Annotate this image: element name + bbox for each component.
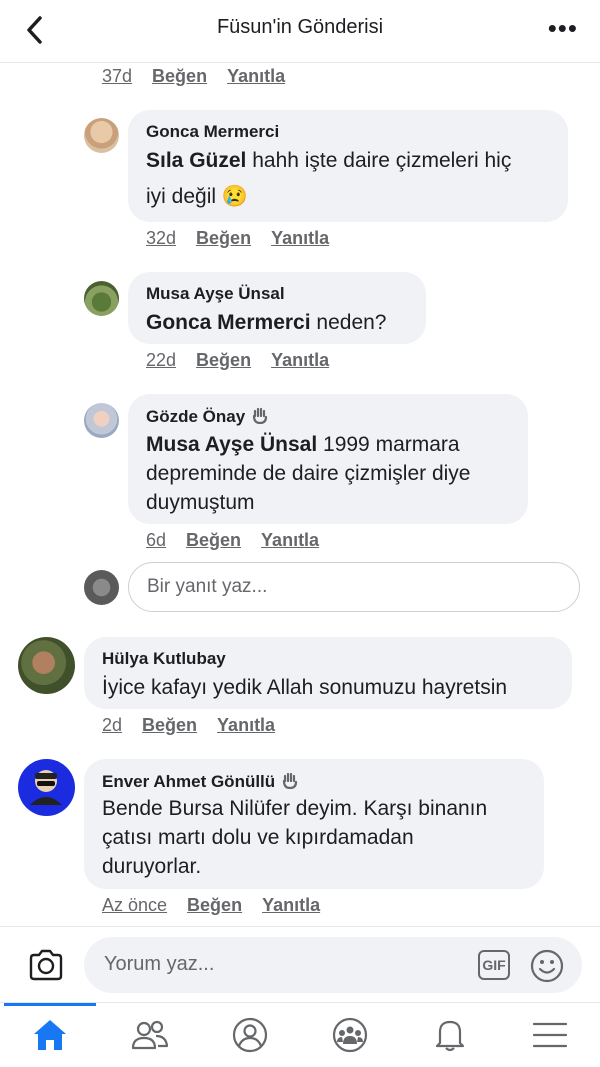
comment-bubble: Gonca Mermerci Sıla Güzel hahh işte dair…	[128, 110, 568, 222]
comment-author[interactable]: Hülya Kutlubay	[102, 649, 226, 669]
profile-icon	[232, 1017, 268, 1053]
comment-bubble: Musa Ayşe Ünsal Gonca Mermerci neden?	[128, 272, 426, 344]
avatar-figure-icon	[30, 770, 62, 805]
bottom-tab-bar	[0, 1002, 600, 1067]
comment-time[interactable]: Az önce	[102, 895, 167, 915]
comment-time[interactable]: 2d	[102, 715, 122, 735]
avatar	[84, 570, 119, 605]
comment-author[interactable]: Musa Ayşe Ünsal	[146, 284, 285, 304]
like-link[interactable]: Beğen	[186, 530, 241, 550]
avatar[interactable]	[18, 637, 75, 694]
comment-bubble: Gözde Önay Musa Ayşe Ünsal 1999 marmara …	[128, 394, 528, 524]
comment-text-line3: duruyorlar.	[102, 855, 202, 878]
comment-text-line2: çatısı martı dolu ve kıpırdamadan	[102, 826, 414, 849]
mention-link[interactable]: Gonca Mermerci	[146, 311, 311, 334]
comment-text: Sıla Güzel hahh işte daire çizmeleri hiç	[146, 149, 512, 172]
comment-time[interactable]: 6d	[146, 530, 166, 550]
mention-link[interactable]: Sıla Güzel	[146, 149, 246, 172]
comment-author-row: Gözde Önay	[146, 406, 269, 427]
menu-icon	[532, 1022, 568, 1048]
reply-link[interactable]: Yanıtla	[271, 228, 329, 248]
waving-hand-icon	[253, 407, 268, 424]
tab-groups[interactable]	[300, 1003, 400, 1067]
comment-placeholder: Yorum yaz...	[104, 953, 215, 975]
avatar[interactable]	[84, 118, 119, 153]
crying-emoji: 😢	[221, 185, 249, 208]
comment-time[interactable]: 37d	[102, 66, 132, 86]
home-icon	[34, 1020, 66, 1050]
comment-text-line2: iyi değil 😢	[146, 185, 249, 208]
comment-author[interactable]: Gözde Önay	[146, 407, 245, 426]
comment-meta: 6d Beğen Yanıtla	[146, 530, 339, 551]
comment-composer: Yorum yaz... GIF	[0, 926, 600, 1003]
avatar[interactable]	[18, 759, 75, 816]
page-title: Füsun'in Gönderisi	[216, 16, 384, 38]
reply-placeholder: Bir yanıt yaz...	[147, 576, 268, 597]
like-link[interactable]: Beğen	[196, 350, 251, 370]
emoji-icon[interactable]	[530, 949, 564, 983]
waving-hand-icon	[283, 772, 298, 789]
groups-icon	[332, 1017, 368, 1053]
top-bar: Füsun'in Gönderisi •••	[0, 0, 600, 63]
tab-home[interactable]	[0, 1003, 100, 1067]
like-link[interactable]: Beğen	[142, 715, 197, 735]
camera-icon[interactable]	[28, 949, 64, 981]
comment-author-row: Enver Ahmet Gönüllü	[102, 771, 299, 792]
reply-link[interactable]: Yanıtla	[261, 530, 319, 550]
comment-text-line3: duymuştum	[146, 491, 255, 514]
comment-author[interactable]: Enver Ahmet Gönüllü	[102, 772, 275, 791]
reply-link[interactable]: Yanıtla	[271, 350, 329, 370]
like-link[interactable]: Beğen	[187, 895, 242, 915]
comment-meta: 2d Beğen Yanıtla	[102, 715, 295, 736]
like-link[interactable]: Beğen	[152, 66, 207, 86]
comment-time[interactable]: 32d	[146, 228, 176, 248]
reply-link[interactable]: Yanıtla	[217, 715, 275, 735]
tab-menu[interactable]	[500, 1003, 600, 1067]
comment-bubble: Enver Ahmet Gönüllü Bende Bursa Nilüfer …	[84, 759, 544, 889]
comment-text: Bende Bursa Nilüfer deyim. Karşı binanın	[102, 797, 488, 820]
tab-notifications[interactable]	[400, 1003, 500, 1067]
tab-friends[interactable]	[100, 1003, 200, 1067]
mention-link[interactable]: Musa Ayşe Ünsal	[146, 433, 317, 456]
comment-text: Musa Ayşe Ünsal 1999 marmara	[146, 433, 460, 456]
comment-text: İyice kafayı yedik Allah sonumuzu hayret…	[102, 676, 508, 699]
comment-meta: 22d Beğen Yanıtla	[146, 350, 349, 371]
avatar[interactable]	[84, 403, 119, 438]
friends-icon	[131, 1020, 169, 1050]
comment-text: Gonca Mermerci neden?	[146, 311, 387, 334]
avatar[interactable]	[84, 281, 119, 316]
comment-meta: 32d Beğen Yanıtla	[146, 228, 349, 249]
reply-link[interactable]: Yanıtla	[227, 66, 285, 86]
comment-bubble: Hülya Kutlubay İyice kafayı yedik Allah …	[84, 637, 572, 709]
comment-input[interactable]: Yorum yaz... GIF	[84, 937, 582, 993]
notifications-icon	[435, 1020, 465, 1052]
comment-meta: Az önce Beğen Yanıtla	[102, 895, 340, 916]
comment-author[interactable]: Gonca Mermerci	[146, 122, 279, 142]
reply-input[interactable]: Bir yanıt yaz...	[128, 562, 580, 612]
tab-profile[interactable]	[200, 1003, 300, 1067]
comment-text-line2: depreminde de daire çizmişler diye	[146, 462, 471, 485]
comment-meta: 37d Beğen Yanıtla	[102, 66, 305, 87]
reply-link[interactable]: Yanıtla	[262, 895, 320, 915]
gif-icon[interactable]: GIF	[478, 950, 510, 980]
like-link[interactable]: Beğen	[196, 228, 251, 248]
comment-time[interactable]: 22d	[146, 350, 176, 370]
more-options-icon[interactable]: •••	[548, 15, 578, 41]
